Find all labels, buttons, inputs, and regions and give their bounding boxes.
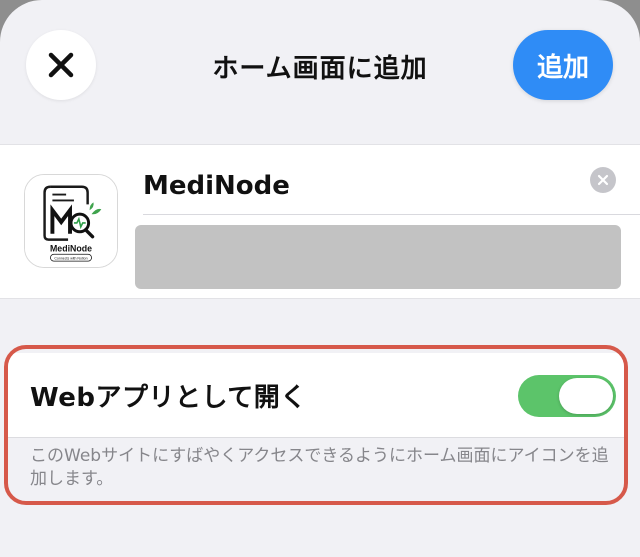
app-name-input[interactable] — [143, 165, 583, 207]
clear-icon — [597, 174, 609, 186]
toggle-knob — [559, 378, 613, 414]
app-icon: MediNode Connects with Notion — [24, 174, 118, 268]
medinode-logo-icon: MediNode Connects with Notion — [25, 175, 117, 267]
close-icon — [48, 52, 74, 78]
icon-tagline: Connects with Notion — [54, 256, 87, 260]
icon-wordmark: MediNode — [50, 243, 92, 253]
clear-name-button[interactable] — [590, 167, 616, 193]
url-field-redacted — [135, 225, 621, 289]
web-app-option-highlight: Webアプリとして開く このWebサイトにすばやくアクセスできるようにホーム画面… — [4, 345, 628, 505]
add-to-home-sheet: ホーム画面に追加 追加 MediNode Connects with Notio… — [0, 0, 640, 557]
app-info-card: MediNode Connects with Notion — [0, 144, 640, 299]
web-app-footnote: このWebサイトにすばやくアクセスできるようにホーム画面にアイコンを追加します。 — [30, 446, 609, 489]
add-button[interactable]: 追加 — [513, 30, 613, 100]
close-button[interactable] — [26, 30, 96, 100]
open-as-web-app-label: Webアプリとして開く — [30, 383, 307, 413]
open-as-web-app-toggle[interactable] — [518, 375, 616, 417]
open-as-web-app-row: Webアプリとして開く — [8, 353, 624, 438]
name-divider — [143, 214, 640, 215]
sheet-title: ホーム画面に追加 — [212, 54, 428, 84]
